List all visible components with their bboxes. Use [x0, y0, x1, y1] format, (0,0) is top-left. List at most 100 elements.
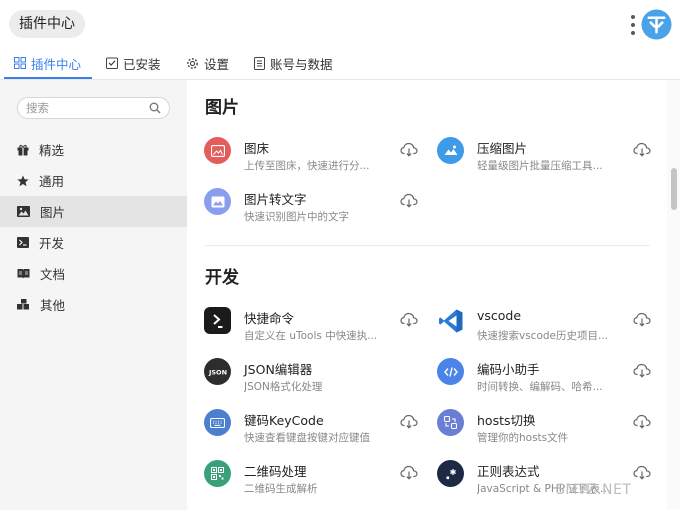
title-bar: 插件中心 [0, 0, 680, 46]
plugin-name: 正则表达式 [477, 464, 540, 479]
plugin-card[interactable]: vscode 快速搜索vscode历史项目... [437, 307, 667, 347]
gear-icon [187, 57, 198, 69]
plugin-card[interactable]: 正则表达式 JavaScript & PHP 正则表达式... [437, 460, 667, 500]
main-tabs: 插件中心 已安装 设置 账号与数据 [0, 46, 680, 80]
document-icon [254, 56, 265, 70]
sidebar-item-other[interactable]: 其他 [0, 289, 187, 320]
image-text-icon [204, 188, 231, 215]
plugin-desc: 快速查看键盘按键对应键值 [244, 432, 370, 444]
plugin-card[interactable]: 图片转文字 快速识别图片中的文字 [204, 188, 434, 228]
sidebar: 精选 通用 图片 开发 文档 其他 [0, 80, 187, 510]
plugin-desc: 上传至图床，快速进行分... [244, 160, 370, 172]
svg-text:JSON: JSON [207, 368, 226, 376]
scrollbar-thumb[interactable] [671, 168, 677, 210]
command-icon [204, 307, 231, 334]
tab-label: 已安装 [123, 56, 161, 72]
plugin-list: 图片 图床 上传至图床，快速进行分... 压缩图片 轻量级图片批量压缩工具...… [187, 80, 667, 510]
plugin-desc: 快速识别图片中的文字 [244, 211, 349, 223]
plugin-desc: 时间转换、编解码、哈希... [477, 381, 603, 393]
book-icon [17, 269, 30, 279]
cloud-download-icon[interactable] [633, 142, 651, 157]
plugin-desc: 二维码生成解析 [244, 483, 318, 495]
regex-icon [437, 460, 464, 487]
tab-account-data[interactable]: 账号与数据 [254, 46, 333, 80]
vscode-icon [437, 307, 464, 334]
cloud-download-icon[interactable] [400, 465, 418, 480]
sidebar-item-images[interactable]: 图片 [0, 196, 187, 227]
plugin-desc: JSON格式化处理 [244, 381, 323, 393]
plugin-desc: 快速搜索vscode历史项目... [477, 330, 609, 342]
sidebar-item-featured[interactable]: 精选 [0, 134, 187, 165]
terminal-icon [17, 237, 29, 248]
qrcode-icon [204, 460, 231, 487]
plugin-name: hosts切换 [477, 413, 536, 428]
section-divider [205, 245, 650, 246]
plugin-card[interactable]: 编码小助手 时间转换、编解码、哈希... [437, 358, 667, 398]
more-menu-icon[interactable] [628, 13, 638, 37]
landscape-icon [437, 137, 464, 164]
plugin-name: 二维码处理 [244, 464, 307, 479]
tab-label: 设置 [204, 56, 230, 72]
gift-icon [17, 144, 29, 155]
section-title-development: 开发 [205, 268, 239, 288]
search-input[interactable] [26, 100, 144, 116]
scrollbar-track[interactable] [667, 80, 680, 510]
active-tab-indicator [4, 77, 92, 79]
cloud-download-icon[interactable] [633, 465, 651, 480]
sidebar-item-label: 通用 [39, 174, 65, 189]
sidebar-item-label: 图片 [40, 205, 66, 220]
cloud-download-icon[interactable] [400, 142, 418, 157]
plugin-card[interactable]: hosts切换 管理你的hosts文件 [437, 409, 667, 449]
cloud-download-icon[interactable] [400, 193, 418, 208]
plugin-card[interactable]: 二维码处理 二维码生成解析 [204, 460, 434, 500]
plugin-card[interactable]: 图床 上传至图床，快速进行分... [204, 137, 434, 177]
sidebar-item-label: 文档 [40, 267, 66, 282]
plugin-name: 图片转文字 [244, 192, 307, 207]
grid-icon [14, 57, 26, 69]
image-icon [17, 206, 30, 217]
checkbox-icon [106, 57, 118, 69]
cloud-download-icon[interactable] [633, 414, 651, 429]
json-icon: JSON [204, 358, 231, 385]
plugin-card[interactable]: 快捷命令 自定义在 uTools 中快速执... [204, 307, 434, 347]
plugin-name: JSON编辑器 [244, 362, 313, 377]
tab-installed[interactable]: 已安装 [106, 46, 161, 80]
keyboard-icon [204, 409, 231, 436]
cloud-download-icon[interactable] [633, 312, 651, 327]
plugin-desc: 轻量级图片批量压缩工具... [477, 160, 603, 172]
sidebar-item-documents[interactable]: 文档 [0, 258, 187, 289]
sidebar-item-label: 其他 [40, 298, 66, 313]
sidebar-item-label: 精选 [39, 143, 65, 158]
section-title-images: 图片 [205, 98, 239, 118]
star-icon [17, 175, 29, 186]
plugin-name: 快捷命令 [244, 311, 295, 326]
cloud-download-icon[interactable] [400, 312, 418, 327]
plugin-desc: 管理你的hosts文件 [477, 432, 569, 444]
sidebar-item-general[interactable]: 通用 [0, 165, 187, 196]
plugin-card[interactable]: JSON JSON编辑器 JSON格式化处理 [204, 358, 434, 398]
plugin-card[interactable]: 压缩图片 轻量级图片批量压缩工具... [437, 137, 667, 177]
cloud-download-icon[interactable] [400, 414, 418, 429]
hosts-icon [437, 409, 464, 436]
search-icon[interactable] [149, 102, 161, 114]
sidebar-item-label: 开发 [39, 236, 65, 251]
plugin-name: 编码小助手 [477, 362, 540, 377]
plugin-name: 图床 [244, 141, 270, 156]
cloud-download-icon[interactable] [633, 363, 651, 378]
tab-settings[interactable]: 设置 [186, 46, 229, 80]
blocks-icon [17, 298, 29, 309]
tab-plugin-center[interactable]: 插件中心 [14, 46, 81, 80]
plugin-name: 键码KeyCode [244, 413, 324, 428]
code-icon [437, 358, 464, 385]
tab-label: 账号与数据 [270, 56, 333, 72]
plugin-name: vscode [477, 308, 522, 323]
image-upload-icon [204, 137, 231, 164]
sidebar-item-development[interactable]: 开发 [0, 227, 187, 258]
plugin-desc: 自定义在 uTools 中快速执... [244, 330, 378, 342]
plugin-card[interactable]: 键码KeyCode 快速查看键盘按键对应键值 [204, 409, 434, 449]
plugin-name: 压缩图片 [477, 141, 528, 156]
app-title[interactable]: 插件中心 [9, 10, 85, 38]
utools-logo-icon[interactable] [641, 9, 672, 40]
tab-label: 插件中心 [31, 56, 82, 72]
search-box [17, 97, 170, 119]
